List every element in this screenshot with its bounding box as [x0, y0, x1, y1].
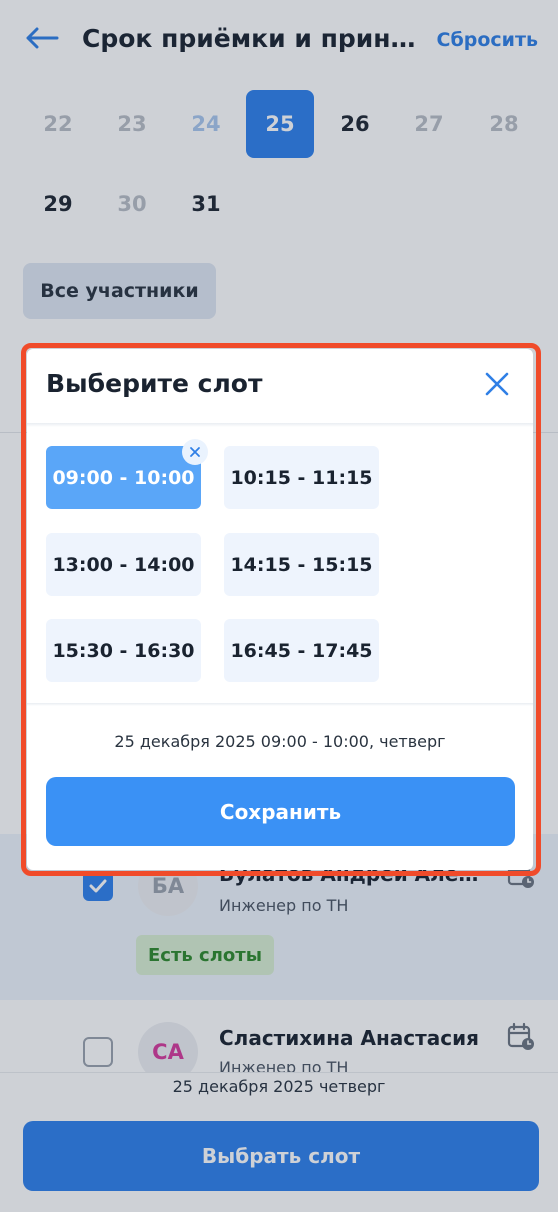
dialog-title: Выберите слот [46, 369, 263, 398]
remove-slot-button[interactable] [182, 439, 208, 465]
divider [27, 703, 533, 706]
divider [27, 423, 533, 427]
save-button[interactable]: Сохранить [46, 777, 515, 846]
close-button[interactable] [479, 366, 515, 402]
close-icon [485, 372, 509, 396]
time-slot[interactable]: 15:30 - 16:30 [46, 619, 201, 682]
close-icon [190, 447, 200, 457]
time-slot[interactable]: 13:00 - 14:00 [46, 533, 201, 596]
time-slot[interactable]: 14:15 - 15:15 [224, 533, 379, 596]
slot-dialog: Выберите слот 09:00 - 10:00 10:15 - 11:1… [27, 349, 533, 870]
selected-slot-info: 25 декабря 2025 09:00 - 10:00, четверг [114, 732, 446, 751]
time-slot[interactable]: 16:45 - 17:45 [224, 619, 379, 682]
time-slot[interactable]: 10:15 - 11:15 [224, 446, 379, 509]
time-slot-selected[interactable]: 09:00 - 10:00 [46, 446, 201, 509]
